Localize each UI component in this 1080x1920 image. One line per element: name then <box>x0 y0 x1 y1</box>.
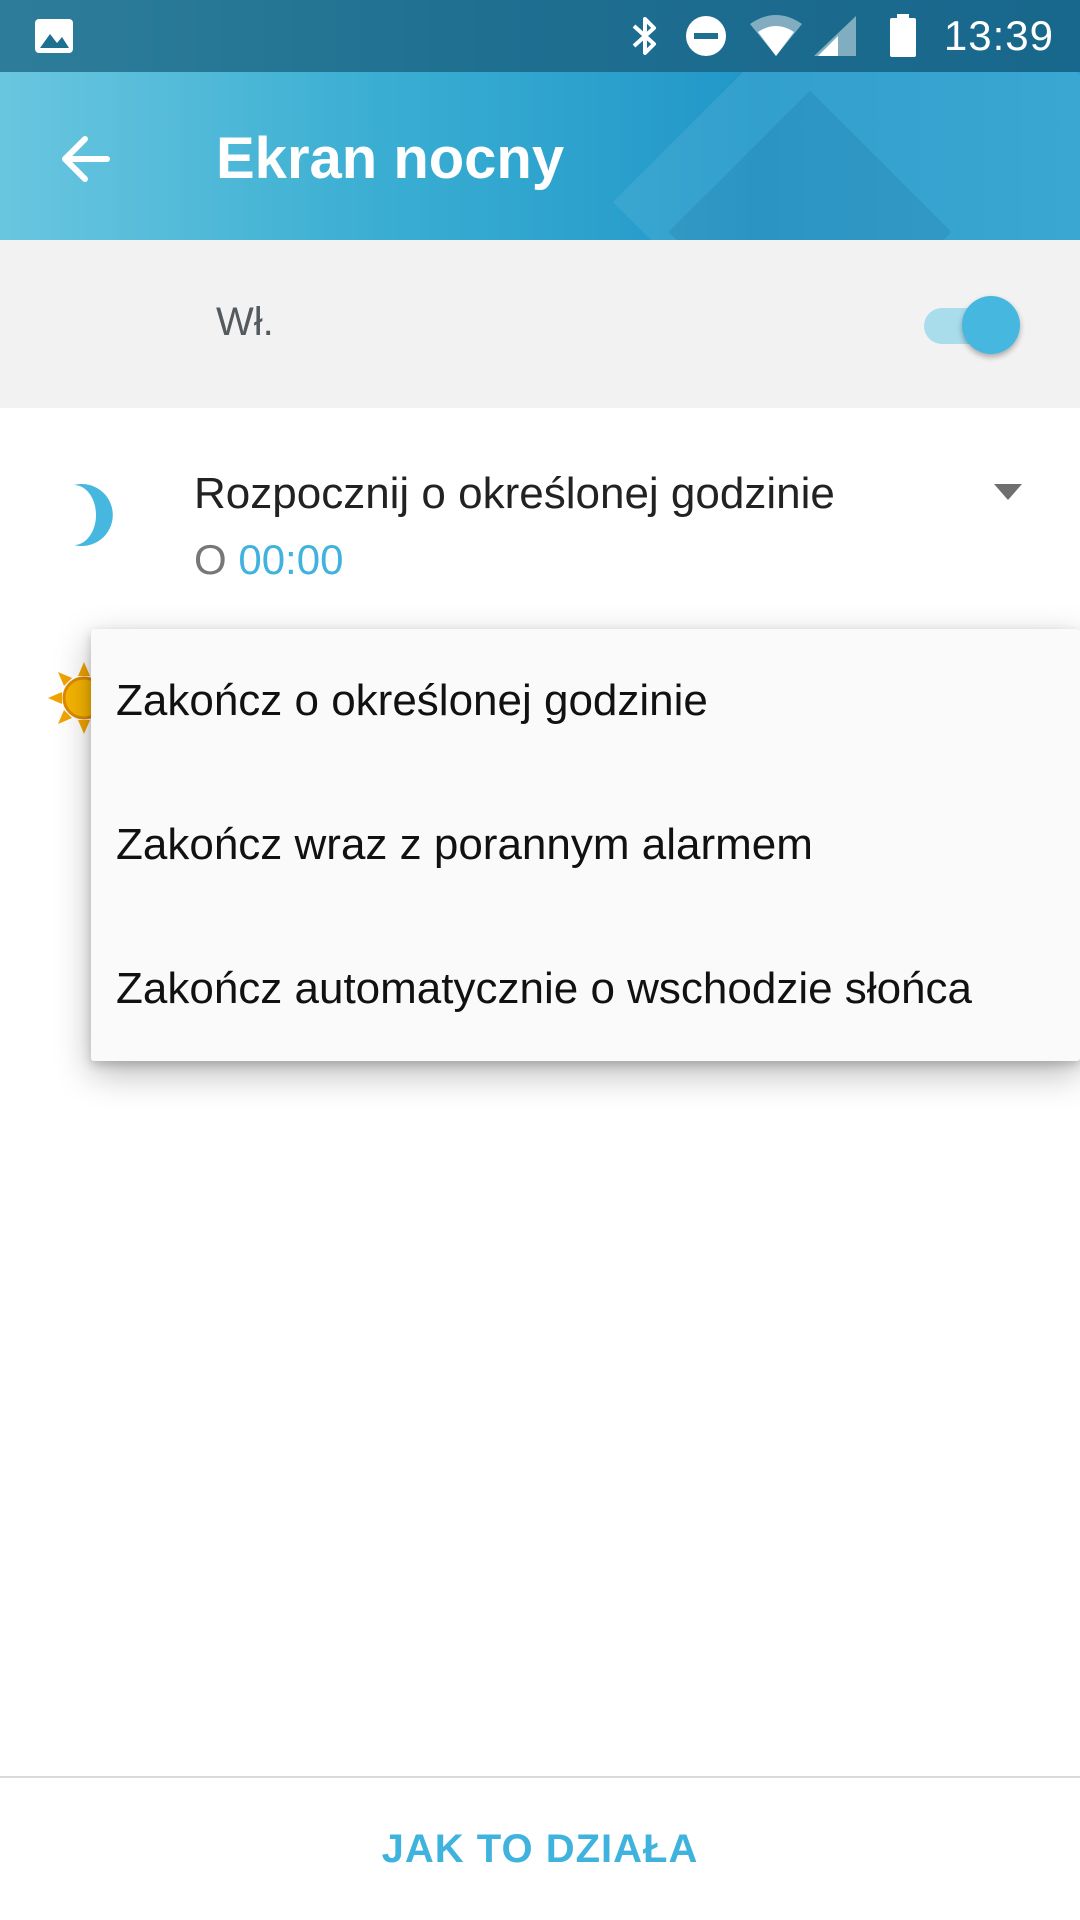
cell-signal-icon <box>814 16 856 56</box>
menu-item-label: Zakończ automatycznie o wschodzie słońca <box>116 964 972 1013</box>
do-not-disturb-icon <box>686 16 726 56</box>
image-notification-icon <box>35 19 73 53</box>
app-bar: Ekran nocny <box>0 72 1080 240</box>
menu-item-label: Zakończ wraz z porannym alarmem <box>116 820 813 869</box>
back-button[interactable] <box>40 114 130 204</box>
start-setting-subtitle: O 00:00 <box>194 532 343 588</box>
start-time-prefix: O <box>194 536 227 583</box>
start-time-value[interactable]: 00:00 <box>238 536 343 583</box>
start-setting-title: Rozpocznij o określonej godzinie <box>194 469 835 518</box>
master-switch-label: Wł. <box>216 300 274 344</box>
status-time: 13:39 <box>943 12 1054 59</box>
page-title: Ekran nocny <box>216 126 565 191</box>
end-option-popup-menu: Zakończ o określonej godzinie Zakończ wr… <box>91 629 1080 1061</box>
start-time-row[interactable]: Rozpocznij o określonej godzinie O 00:00 <box>0 408 1080 608</box>
menu-item-end-at-time[interactable]: Zakończ o określonej godzinie <box>91 629 1080 773</box>
status-bar: 13:39 <box>0 0 1080 72</box>
toggle-thumb <box>962 296 1020 354</box>
how-it-works-label: JAK TO DZIAŁA <box>381 1826 699 1871</box>
wifi-icon <box>750 15 802 56</box>
how-it-works-button[interactable]: JAK TO DZIAŁA <box>0 1778 1080 1920</box>
moon-icon <box>74 484 113 546</box>
menu-item-end-at-sunrise[interactable]: Zakończ automatycznie o wschodzie słońca <box>91 917 1080 1061</box>
master-toggle[interactable] <box>924 292 1024 356</box>
menu-item-end-with-alarm[interactable]: Zakończ wraz z porannym alarmem <box>91 773 1080 917</box>
arrow-back-icon <box>62 136 110 182</box>
battery-icon <box>890 14 916 57</box>
chevron-down-icon[interactable] <box>992 480 1024 504</box>
bluetooth-icon <box>632 17 656 55</box>
menu-item-label: Zakończ o określonej godzinie <box>116 676 708 725</box>
master-switch-row[interactable]: Wł. <box>0 240 1080 408</box>
